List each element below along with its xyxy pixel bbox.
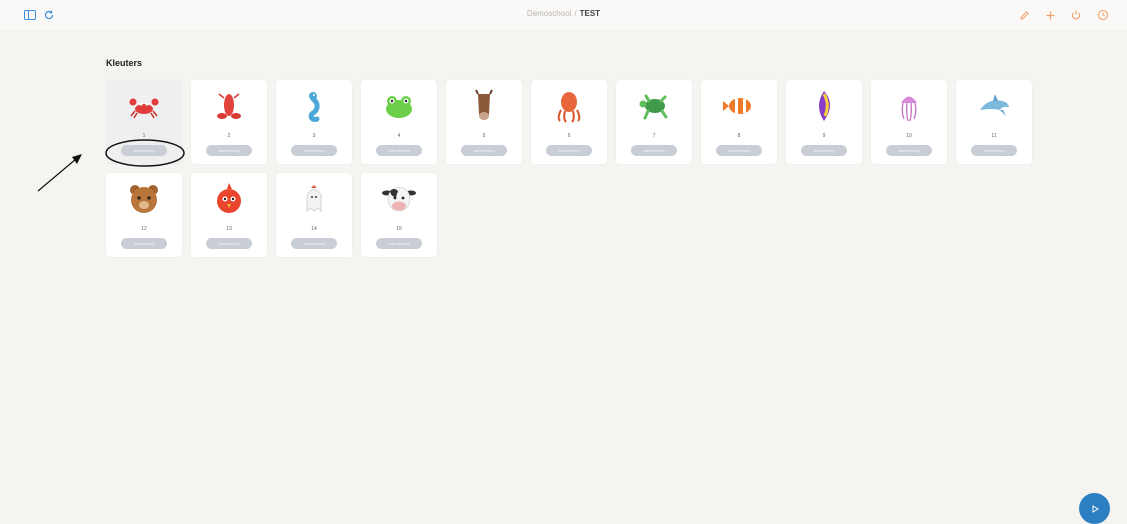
student-card-11[interactable]: 11 Aanmelding: [956, 80, 1032, 164]
student-number: 10: [906, 133, 912, 139]
student-card-5[interactable]: 5 Aanmelding: [446, 80, 522, 164]
aanmelding-button[interactable]: Aanmelding: [631, 145, 677, 156]
student-number: 3: [312, 133, 316, 139]
student-number: 12: [141, 226, 147, 232]
student-card-1[interactable]: 1 Aanmelding: [106, 80, 182, 164]
power-icon[interactable]: [1068, 7, 1084, 23]
dolphin-icon: [980, 94, 1009, 116]
annotation-arrow: [37, 158, 77, 192]
arrow-head: [72, 154, 82, 164]
aanmelding-button[interactable]: Aanmelding: [971, 145, 1017, 156]
annotation-overlay: [37, 139, 185, 192]
breadcrumb-separator: /: [574, 9, 577, 18]
aanmelding-button[interactable]: Aanmelding: [716, 145, 762, 156]
tropical-fish-icon: [819, 91, 830, 121]
aanmelding-button[interactable]: Aanmelding: [121, 238, 167, 249]
student-card-3[interactable]: 3 Aanmelding: [276, 80, 352, 164]
ghost-icon: [306, 185, 322, 213]
cow-icon: [382, 186, 416, 212]
edit-icon[interactable]: [1016, 7, 1032, 23]
breadcrumb-parent[interactable]: Demoschool: [527, 9, 571, 18]
lobster-icon: [217, 93, 241, 119]
seahorse-icon: [308, 92, 320, 122]
jellyfish-icon: [901, 96, 917, 122]
student-number: 8: [737, 133, 741, 139]
student-number: 15: [396, 226, 402, 232]
student-number: 14: [311, 226, 317, 232]
student-number: 2: [227, 133, 231, 139]
aanmelding-button[interactable]: Aanmelding: [121, 145, 167, 156]
aanmelding-button[interactable]: Aanmelding: [376, 238, 422, 249]
student-number: 1: [142, 133, 146, 139]
student-card-9[interactable]: 9 Aanmelding: [786, 80, 862, 164]
student-card-4[interactable]: 4 Aanmelding: [361, 80, 437, 164]
play-icon: [1092, 504, 1099, 513]
horse-icon: [475, 89, 493, 120]
student-card-10[interactable]: 10 Aanmelding: [871, 80, 947, 164]
student-number: 13: [226, 226, 232, 232]
student-card-8[interactable]: 8 Aanmelding: [701, 80, 777, 164]
bird-icon: [217, 183, 241, 213]
student-number: 7: [652, 133, 656, 139]
breadcrumb-current: TEST: [579, 9, 601, 18]
aanmelding-button[interactable]: Aanmelding: [461, 145, 507, 156]
group-title: Kleuters: [106, 58, 143, 68]
frog-icon: [386, 96, 412, 118]
bear-icon: [130, 185, 158, 213]
aanmelding-button[interactable]: Aanmelding: [206, 238, 252, 249]
clownfish-icon: [723, 98, 751, 114]
student-card-12[interactable]: 12 Aanmelding: [106, 173, 182, 257]
crab-icon: [129, 98, 159, 119]
student-number: 11: [991, 133, 997, 139]
aanmelding-button[interactable]: Aanmelding: [206, 145, 252, 156]
student-number: 4: [397, 133, 401, 139]
play-button[interactable]: [1079, 493, 1110, 524]
student-card-6[interactable]: 6 Aanmelding: [531, 80, 607, 164]
breadcrumb: Demoschool / TEST: [0, 9, 1127, 18]
student-card-2[interactable]: 2 Aanmelding: [191, 80, 267, 164]
aanmelding-button[interactable]: Aanmelding: [546, 145, 592, 156]
squid-icon: [557, 92, 581, 123]
aanmelding-button[interactable]: Aanmelding: [801, 145, 847, 156]
clock-icon[interactable]: [1095, 7, 1111, 23]
student-number: 5: [482, 133, 486, 139]
student-number: 9: [822, 133, 826, 139]
student-card-7[interactable]: 7 Aanmelding: [616, 80, 692, 164]
student-number: 6: [567, 133, 571, 139]
add-icon[interactable]: [1042, 7, 1058, 23]
aanmelding-button[interactable]: Aanmelding: [376, 145, 422, 156]
top-bar: Demoschool / TEST: [0, 0, 1127, 30]
turtle-icon: [639, 94, 668, 120]
aanmelding-button[interactable]: Aanmelding: [291, 145, 337, 156]
aanmelding-button[interactable]: Aanmelding: [291, 238, 337, 249]
aanmelding-button[interactable]: Aanmelding: [886, 145, 932, 156]
student-card-13[interactable]: 13 Aanmelding: [191, 173, 267, 257]
student-card-15[interactable]: 15 Aanmelding: [361, 173, 437, 257]
student-card-14[interactable]: 14 Aanmelding: [276, 173, 352, 257]
